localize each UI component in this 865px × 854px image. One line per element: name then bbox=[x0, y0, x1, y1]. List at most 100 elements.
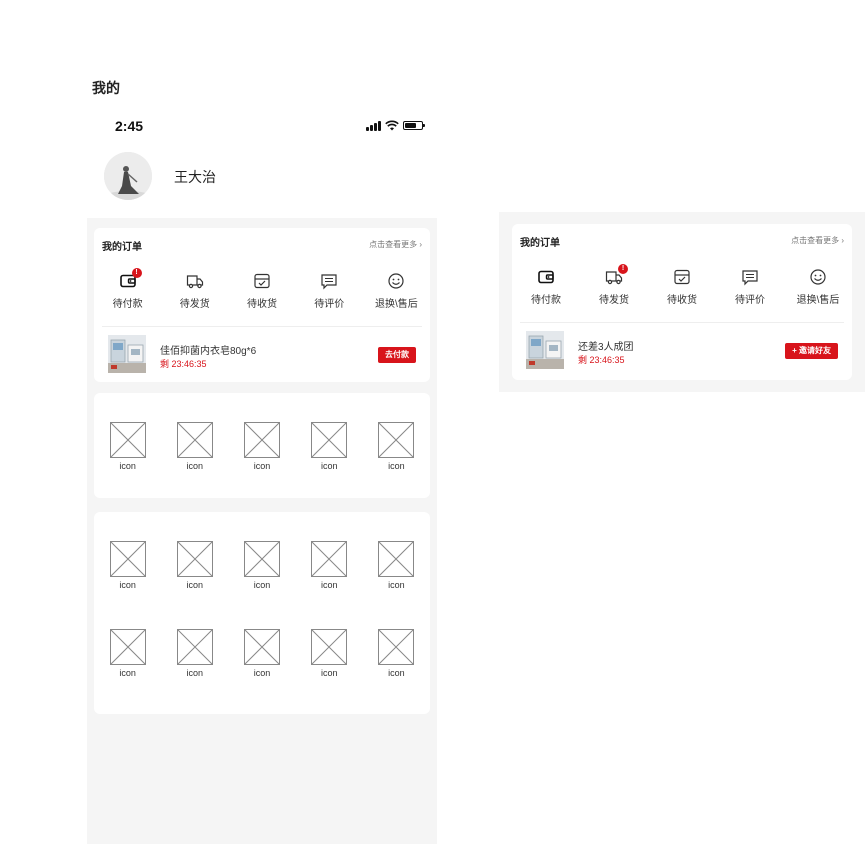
status-label: 退换\售后 bbox=[796, 295, 840, 306]
status-label: 待评价 bbox=[314, 299, 345, 310]
status-pending-payment[interactable]: 待付款 bbox=[512, 268, 580, 308]
status-pending-review[interactable]: 待评价 bbox=[296, 272, 363, 312]
status-label: 待付款 bbox=[112, 299, 143, 310]
shortcut-item[interactable]: icon bbox=[228, 629, 295, 678]
placeholder-icon bbox=[378, 541, 415, 577]
placeholder-icon bbox=[311, 541, 348, 577]
inbox-icon bbox=[254, 273, 270, 289]
phone-screen: 2:45 王大治 我的订单 点击查看更多 › ! 待付款 待发货 待收货 待评价… bbox=[87, 110, 437, 844]
divider bbox=[102, 326, 422, 327]
pending-order-row[interactable]: 佳佰抑菌内衣皂80g*6 剩 23:46:35 去付款 bbox=[108, 335, 416, 373]
status-pending-review[interactable]: 待评价 bbox=[716, 268, 784, 308]
shortcut-item[interactable]: icon bbox=[161, 629, 228, 678]
shortcut-item[interactable]: icon bbox=[363, 422, 430, 471]
status-label: 待付款 bbox=[531, 295, 561, 306]
order-countdown: 剩 23:46:35 bbox=[160, 359, 207, 369]
shortcut-label: icon bbox=[320, 461, 338, 471]
invite-friends-button[interactable]: + 邀请好友 bbox=[785, 343, 838, 359]
user-name: 王大治 bbox=[174, 169, 216, 185]
placeholder-icon bbox=[311, 629, 348, 665]
status-label: 待发货 bbox=[179, 299, 210, 310]
group-order-row[interactable]: 还差3人成团 剩 23:46:35 + 邀请好友 bbox=[526, 331, 838, 369]
wifi-icon bbox=[385, 120, 399, 131]
pay-button[interactable]: 去付款 bbox=[378, 347, 416, 363]
placeholder-icon bbox=[244, 541, 280, 577]
status-label: 待收货 bbox=[247, 299, 277, 310]
status-pending-shipment[interactable]: 待发货 bbox=[161, 272, 228, 312]
shortcut-label: icon bbox=[186, 668, 204, 678]
product-thumbnail bbox=[526, 331, 564, 369]
signal-icon bbox=[366, 120, 381, 131]
status-pending-payment[interactable]: ! 待付款 bbox=[94, 268, 161, 312]
status-pending-receipt[interactable]: 待收货 bbox=[228, 272, 295, 312]
placeholder-icon bbox=[311, 422, 348, 458]
placeholder-icon bbox=[176, 422, 213, 458]
shortcut-item[interactable]: icon bbox=[363, 629, 430, 678]
shortcut-item[interactable]: icon bbox=[228, 541, 295, 590]
shortcut-item[interactable]: icon bbox=[296, 422, 363, 471]
order-status-row: 待付款 ! 待发货 待收货 待评价 退换\售后 bbox=[512, 264, 852, 308]
status-label: 待发货 bbox=[599, 295, 629, 306]
shortcut-item[interactable]: icon bbox=[228, 422, 295, 471]
status-after-sale[interactable]: 退换\售后 bbox=[363, 272, 430, 312]
shortcut-label: icon bbox=[186, 580, 204, 590]
badge: ! bbox=[618, 264, 628, 274]
status-label: 待收货 bbox=[667, 295, 697, 306]
shortcut-label: icon bbox=[253, 668, 271, 678]
message-icon bbox=[321, 274, 337, 290]
battery-icon bbox=[403, 121, 425, 130]
order-product-name: 佳佰抑菌内衣皂80g*6 bbox=[160, 346, 257, 357]
shortcut-item[interactable]: icon bbox=[94, 422, 161, 471]
shortcut-item[interactable]: icon bbox=[296, 541, 363, 590]
status-pending-receipt[interactable]: 待收货 bbox=[648, 268, 716, 308]
placeholder-icon bbox=[109, 422, 146, 458]
shortcut-item[interactable]: icon bbox=[161, 422, 228, 471]
order-status-row: ! 待付款 待发货 待收货 待评价 退换\售后 bbox=[94, 268, 430, 312]
shortcut-card-1: icon icon icon icon icon bbox=[94, 393, 430, 498]
shortcut-card-2: icon icon icon icon icon icon icon icon … bbox=[94, 512, 430, 714]
shortcut-label: icon bbox=[320, 580, 338, 590]
status-pending-shipment[interactable]: ! 待发货 bbox=[580, 264, 648, 308]
placeholder-icon bbox=[244, 422, 280, 458]
shortcut-item[interactable]: icon bbox=[94, 541, 161, 590]
placeholder-icon bbox=[109, 629, 146, 665]
shortcut-label: icon bbox=[119, 580, 136, 590]
placeholder-icon bbox=[109, 541, 146, 577]
shortcut-label: icon bbox=[253, 461, 271, 471]
status-label: 退换\售后 bbox=[375, 299, 418, 310]
shortcut-label: icon bbox=[388, 668, 405, 678]
group-status-text: 还差3人成团 bbox=[578, 342, 634, 353]
divider bbox=[520, 322, 844, 323]
shortcut-label: icon bbox=[119, 668, 136, 678]
shortcut-item[interactable]: icon bbox=[363, 541, 430, 590]
shortcut-item[interactable]: icon bbox=[161, 541, 228, 590]
shortcut-label: icon bbox=[186, 461, 204, 471]
group-order-card: 我的订单 点击查看更多 › 待付款 ! 待发货 待收货 待评价 退换\售后 还差… bbox=[512, 224, 852, 380]
message-icon bbox=[742, 270, 758, 286]
shortcut-label: icon bbox=[388, 461, 405, 471]
status-label: 待评价 bbox=[735, 295, 765, 306]
shortcut-label: icon bbox=[119, 461, 136, 471]
order-card: 我的订单 点击查看更多 › ! 待付款 待发货 待收货 待评价 退换\售后 佳佰… bbox=[94, 228, 430, 382]
view-more-link[interactable]: 点击查看更多 › bbox=[369, 239, 422, 250]
shortcut-label: icon bbox=[253, 580, 271, 590]
shortcut-label: icon bbox=[388, 580, 405, 590]
shortcut-label: icon bbox=[320, 668, 338, 678]
avatar[interactable] bbox=[104, 152, 152, 200]
status-after-sale[interactable]: 退换\售后 bbox=[784, 268, 852, 308]
smile-icon bbox=[810, 269, 826, 285]
order-card-title: 我的订单 bbox=[102, 242, 142, 253]
shortcut-item[interactable]: icon bbox=[296, 629, 363, 678]
truck-icon bbox=[186, 275, 203, 289]
order-countdown: 剩 23:46:35 bbox=[578, 355, 625, 365]
view-more-link[interactable]: 点击查看更多 › bbox=[791, 235, 844, 246]
shortcut-item[interactable]: icon bbox=[94, 629, 161, 678]
status-time: 2:45 bbox=[115, 118, 144, 134]
inbox-icon bbox=[674, 269, 690, 285]
page-title: 我的 bbox=[92, 80, 120, 96]
placeholder-icon bbox=[176, 541, 213, 577]
wallet-icon bbox=[538, 270, 554, 284]
placeholder-icon bbox=[378, 629, 415, 665]
profile-header: 2:45 王大治 bbox=[87, 110, 437, 218]
status-icons bbox=[366, 120, 425, 131]
